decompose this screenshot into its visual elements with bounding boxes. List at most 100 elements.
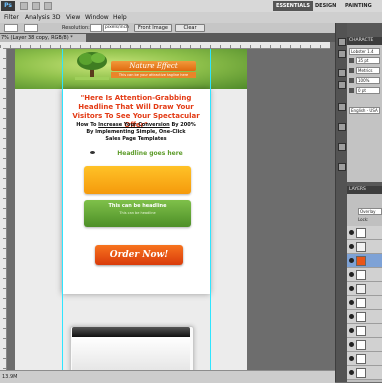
banner-title: Nature Effect	[111, 61, 196, 71]
lock-label: Lock:	[358, 217, 369, 222]
kerning-field[interactable]: Metrics	[356, 67, 380, 74]
layer-thumbnail	[356, 312, 366, 322]
layer-thumbnail	[356, 340, 366, 350]
height-field[interactable]	[24, 24, 38, 32]
visibility-eye-icon[interactable]	[349, 314, 354, 319]
tree-illustration	[75, 52, 109, 80]
layer-thumbnail	[356, 368, 366, 378]
actions-panel-icon[interactable]	[338, 50, 346, 58]
info-panel-icon[interactable]	[338, 69, 346, 77]
subhead-link: Increase Your Conversion	[98, 122, 170, 128]
layer-row[interactable]	[347, 338, 382, 352]
visibility-eye-icon[interactable]	[349, 300, 354, 305]
layer-row[interactable]	[347, 240, 382, 254]
layers-panel-tab[interactable]: LAYERS	[347, 186, 382, 194]
layer-row[interactable]	[347, 226, 382, 240]
subheadline: How To Increase Your Conversion By 200%	[68, 122, 204, 129]
photoshop-logo: Ps	[1, 1, 15, 11]
visibility-eye-icon[interactable]	[349, 328, 354, 333]
status-bar: 13.9M	[0, 370, 335, 383]
font-family-select[interactable]: Lobster 1.4	[349, 48, 380, 55]
styles-panel-icon[interactable]	[338, 163, 346, 171]
text-layer-thumbnail	[356, 284, 366, 294]
visibility-eye-icon[interactable]	[349, 342, 354, 347]
workspace-essentials[interactable]: ESSENTIALS	[273, 1, 313, 11]
layer-thumbnail	[356, 256, 366, 266]
menu-3d[interactable]: 3D	[52, 12, 60, 23]
doc-size-readout[interactable]: 13.9M	[2, 372, 17, 382]
language-select[interactable]: English - USA	[349, 107, 380, 114]
visibility-eye-icon[interactable]	[349, 244, 354, 249]
green-box-title: This can be headline	[108, 203, 167, 209]
font-size-icon	[349, 58, 354, 63]
layer-thumbnail	[356, 228, 366, 238]
layer-thumbnail	[356, 354, 366, 364]
blend-mode-select[interactable]: Overlay	[358, 208, 382, 215]
resolution-field[interactable]	[90, 24, 102, 32]
history-panel-icon[interactable]	[338, 38, 346, 46]
vertical-ruler[interactable]	[0, 48, 7, 370]
visibility-eye-icon[interactable]	[349, 356, 354, 361]
view-extras-icon[interactable]	[44, 2, 52, 10]
layer-row[interactable]	[347, 310, 382, 324]
visibility-eye-icon[interactable]	[349, 230, 354, 235]
layer-row[interactable]	[347, 296, 382, 310]
visibility-eye-icon[interactable]	[349, 272, 354, 277]
document-tab-bar: 7% (Layer 38 copy, RGB/8) *	[0, 33, 335, 42]
menu-filter[interactable]: Filter	[4, 12, 19, 23]
lower-panel-header	[72, 327, 190, 337]
clear-button[interactable]: Clear	[175, 24, 205, 32]
visibility-eye-icon[interactable]	[349, 370, 354, 375]
layer-row[interactable]	[347, 352, 382, 366]
text-layer-thumbnail	[356, 242, 366, 252]
banner-subtitle: This can be your attractive tagline here	[111, 72, 196, 78]
order-now-button[interactable]: Order Now!	[95, 245, 183, 265]
baseline-field[interactable]: 0 pt	[356, 87, 380, 94]
brush-panel-icon[interactable]	[338, 123, 346, 131]
layer-row-selected[interactable]	[347, 254, 382, 268]
guide-right[interactable]	[210, 49, 211, 370]
menu-window[interactable]: Window	[85, 12, 109, 23]
adjustments-panel-icon[interactable]	[338, 143, 346, 151]
green-box-subtitle: This can be headline	[119, 211, 156, 215]
baseline-shift-icon	[349, 88, 354, 93]
lower-panel-body	[72, 337, 190, 372]
resolution-label: Resolution:	[62, 25, 90, 31]
scale-field[interactable]: 100%	[356, 77, 380, 84]
layer-thumbnail	[356, 298, 366, 308]
workspace-painting[interactable]: PAINTING	[342, 1, 375, 11]
character-panel-tab[interactable]: CHARACTE	[347, 37, 382, 45]
swatches-panel-icon[interactable]	[338, 81, 346, 89]
layer-row[interactable]	[347, 366, 382, 380]
bridge-icon[interactable]	[20, 2, 28, 10]
color-panel-icon[interactable]	[338, 103, 346, 111]
layer-thumbnail	[356, 270, 366, 280]
width-field[interactable]	[4, 24, 18, 32]
layer-row[interactable]	[347, 324, 382, 338]
headline-placeholder: Headline goes here	[117, 150, 183, 157]
visibility-eye-icon[interactable]	[349, 258, 354, 263]
front-image-button[interactable]: Front Image	[134, 24, 172, 32]
subhead-pre: How To	[76, 122, 99, 128]
font-size-field[interactable]: 35 pt	[356, 57, 380, 64]
resolution-unit-select[interactable]: pixels/inch	[103, 24, 129, 32]
character-panel: Lobster 1.4 35 pt Metrics 100% 0 pt Engl…	[347, 45, 382, 182]
guide-left[interactable]	[62, 49, 63, 370]
subhead-post: By 200%	[169, 122, 196, 128]
layer-thumbnail	[356, 326, 366, 336]
layer-row[interactable]	[347, 282, 382, 296]
layer-row[interactable]	[347, 268, 382, 282]
subheadline-line-2: By Implementing Simple, One-Click	[86, 129, 186, 135]
visibility-eye-icon[interactable]	[349, 286, 354, 291]
menu-help[interactable]: Help	[113, 12, 127, 23]
subheadline-line-3: Sales Page Templates	[105, 136, 167, 142]
horizontal-ruler[interactable]	[0, 42, 330, 49]
workspace-design[interactable]: DESIGN	[312, 1, 339, 11]
vertical-scale-icon	[349, 78, 354, 83]
menu-view[interactable]: View	[66, 12, 80, 23]
menu-analysis[interactable]: Analysis	[25, 12, 50, 23]
mini-bridge-icon[interactable]	[32, 2, 40, 10]
orange-content-box	[84, 166, 191, 194]
cursor-icon	[90, 151, 95, 154]
document-tab[interactable]: 7% (Layer 38 copy, RGB/8) *	[0, 34, 86, 42]
